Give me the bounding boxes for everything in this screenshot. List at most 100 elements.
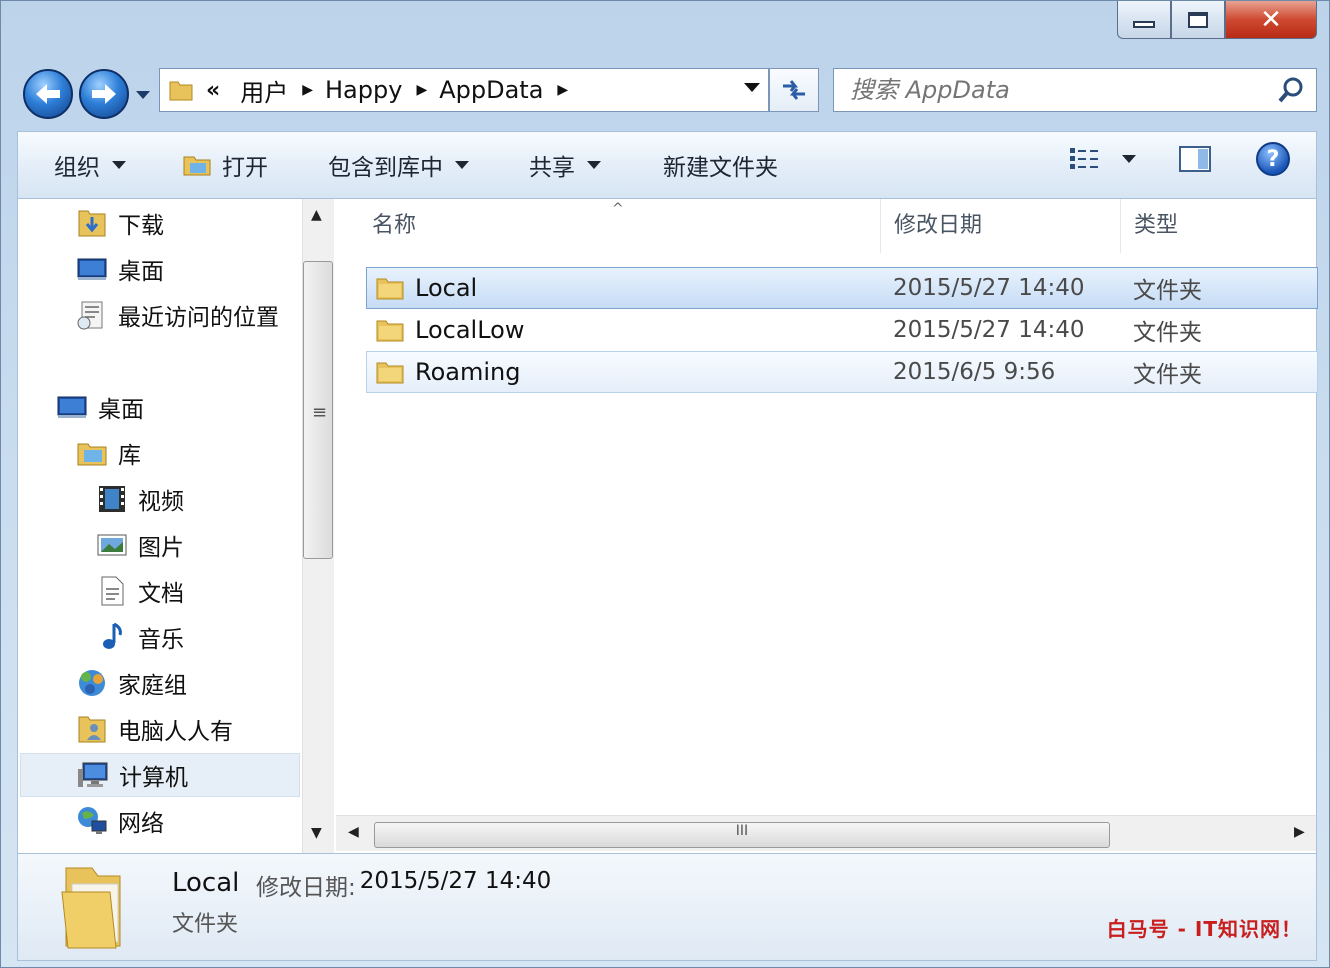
refresh-icon (783, 80, 805, 100)
details-type: 文件夹 (172, 912, 239, 937)
close-button[interactable]: ✕ (1225, 1, 1317, 39)
maximize-button[interactable] (1171, 1, 1225, 39)
details-pane: Local 修改日期: 2015/5/27 14:40 文件夹 白马号 - IT知… (17, 853, 1317, 961)
chevron-down-icon (112, 161, 126, 169)
details-date: 修改日期: 2015/5/27 14:40 (256, 868, 552, 901)
breadcrumb-item[interactable]: 用户 ▶ (240, 73, 313, 108)
library-icon (77, 443, 107, 466)
music-icon (103, 622, 122, 649)
new-folder-button[interactable]: 新建文件夹 (663, 148, 778, 182)
watermark: 白马号 - IT知识网！ (1106, 917, 1302, 941)
minimize-icon (1133, 21, 1155, 28)
chevron-down-icon (455, 161, 469, 169)
navigation-bar: « 用户 ▶ Happy ▶ AppData ▶ (21, 63, 1321, 123)
back-button[interactable] (23, 69, 73, 119)
pictures-icon (97, 534, 127, 556)
nav-item-documents[interactable]: 文档 (96, 571, 184, 611)
breadcrumb-item[interactable]: Happy ▶ (325, 76, 427, 104)
downloads-folder-icon (78, 210, 106, 237)
close-icon: ✕ (1260, 4, 1282, 35)
nav-item-desktop-root[interactable]: 桌面 (56, 387, 144, 427)
grip-icon: III (735, 823, 749, 839)
address-bar[interactable]: « 用户 ▶ Happy ▶ AppData ▶ (159, 68, 769, 112)
scrollbar-thumb[interactable]: III (374, 822, 1110, 848)
toolbar-right-group: ? (1068, 142, 1290, 176)
help-icon[interactable]: ? (1256, 142, 1290, 176)
navigation-scrollbar[interactable]: ▲ ≡ ▼ (302, 199, 334, 853)
search-box[interactable] (833, 68, 1317, 112)
file-row-local[interactable]: Local 2015/5/27 14:40 文件夹 (366, 267, 1318, 309)
nav-item-music[interactable]: 音乐 (96, 617, 184, 657)
user-folder-icon (78, 716, 106, 743)
computer-icon (78, 762, 108, 787)
back-arrow-icon (36, 84, 60, 104)
column-header-name[interactable]: 名称 (372, 207, 416, 239)
address-dropdown-icon[interactable] (744, 83, 760, 92)
column-header-type[interactable]: 类型 (1134, 207, 1178, 239)
breadcrumb-arrow-icon[interactable]: ▶ (557, 82, 568, 98)
scroll-right-arrow-icon[interactable]: ▶ (1294, 824, 1305, 840)
scroll-down-arrow-icon[interactable]: ▼ (311, 825, 322, 841)
breadcrumb-arrow-icon[interactable]: ▶ (416, 82, 427, 98)
homegroup-icon (79, 670, 105, 696)
nav-item-libraries[interactable]: 库 (76, 433, 141, 473)
file-row-roaming[interactable]: Roaming 2015/6/5 9:56 文件夹 (366, 351, 1318, 393)
scroll-up-arrow-icon[interactable]: ▲ (311, 207, 322, 223)
include-in-library-menu[interactable]: 包含到库中 (328, 148, 469, 182)
nav-item-pictures[interactable]: 图片 (96, 525, 184, 565)
column-divider[interactable] (1120, 199, 1121, 253)
forward-arrow-icon (92, 84, 116, 104)
sort-ascending-icon: ^ (612, 201, 624, 217)
folder-icon (376, 320, 404, 342)
share-menu[interactable]: 共享 (529, 148, 601, 182)
nav-item-recent-places[interactable]: 最近访问的位置 (76, 295, 279, 335)
network-icon (78, 807, 107, 834)
breadcrumb-overflow[interactable]: « (206, 78, 220, 103)
navigation-pane: 下载 桌面 最近访问的位置 桌面 库 视频 图片 文档 音乐 家庭组 电脑人人有… (18, 199, 334, 853)
desktop-icon (57, 396, 87, 418)
folder-icon (61, 867, 121, 949)
breadcrumb-item[interactable]: AppData ▶ (439, 76, 568, 104)
folder-icon (169, 81, 193, 101)
preview-pane-icon[interactable] (1178, 144, 1212, 174)
recent-places-icon (77, 301, 103, 330)
view-chevron-down-icon[interactable] (1122, 155, 1136, 163)
scrollbar-thumb[interactable]: ≡ (303, 261, 333, 559)
nav-item-downloads[interactable]: 下载 (76, 203, 164, 243)
maximize-icon (1188, 11, 1208, 28)
explorer-window: ✕ « 用户▶ Happy▶ AppData▶ 组织 打 (0, 0, 1330, 968)
horizontal-scrollbar[interactable]: ◀ III ▶ (336, 815, 1316, 851)
documents-icon (101, 576, 124, 606)
search-input[interactable] (834, 69, 1276, 111)
nav-item-network[interactable]: 网络 (76, 801, 164, 841)
chevron-down-icon (587, 161, 601, 169)
command-bar: 组织 打开 包含到库中 共享 新建文件夹 ? (17, 131, 1317, 199)
organize-menu[interactable]: 组织 (54, 148, 126, 182)
folder-icon (376, 362, 404, 384)
file-row-locallow[interactable]: LocalLow 2015/5/27 14:40 文件夹 (366, 309, 1318, 351)
video-icon (99, 486, 125, 512)
nav-item-desktop[interactable]: 桌面 (76, 249, 164, 289)
open-folder-icon (183, 156, 211, 176)
column-divider[interactable] (880, 199, 881, 253)
file-list-pane: ^ 名称 修改日期 类型 Local 2015/5/27 14:40 文件夹 L… (336, 199, 1318, 853)
content-area: 下载 桌面 最近访问的位置 桌面 库 视频 图片 文档 音乐 家庭组 电脑人人有… (17, 199, 1318, 853)
recent-pages-dropdown-icon[interactable] (134, 85, 152, 103)
caption-buttons: ✕ (1117, 1, 1317, 39)
column-header-date[interactable]: 修改日期 (894, 207, 982, 239)
scroll-left-arrow-icon[interactable]: ◀ (348, 824, 359, 840)
forward-button[interactable] (79, 69, 129, 119)
search-icon[interactable] (1276, 75, 1306, 105)
folder-icon (376, 278, 404, 300)
minimize-button[interactable] (1117, 1, 1171, 39)
nav-item-homegroup[interactable]: 家庭组 (76, 663, 187, 703)
nav-item-user[interactable]: 电脑人人有 (76, 709, 233, 749)
grip-icon: ≡ (312, 402, 328, 423)
open-button[interactable]: 打开 (182, 148, 268, 182)
breadcrumb-arrow-icon[interactable]: ▶ (302, 82, 313, 98)
details-name: Local (172, 868, 240, 898)
nav-item-videos[interactable]: 视频 (96, 479, 184, 519)
nav-item-computer[interactable]: 计算机 (20, 753, 300, 797)
view-options-icon[interactable] (1068, 145, 1102, 173)
refresh-button[interactable] (769, 68, 819, 112)
